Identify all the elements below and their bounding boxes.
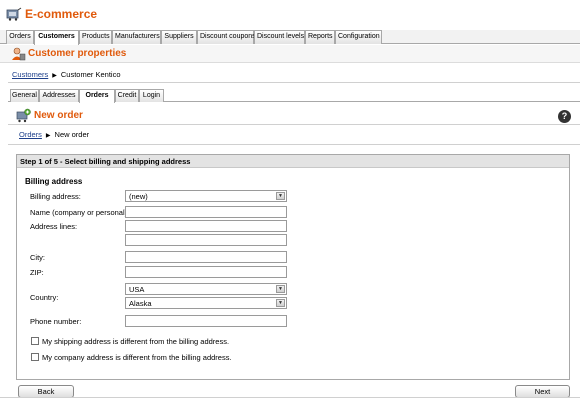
divider xyxy=(8,144,580,145)
wizard-panel xyxy=(16,154,570,380)
ecommerce-icon xyxy=(6,7,22,21)
app-title: E-commerce xyxy=(25,7,98,21)
main-tab-bar: Orders Customers Products Manufacturers … xyxy=(0,30,580,45)
subtab-credit[interactable]: Credit xyxy=(115,89,139,102)
sub-tab-bar: General Addresses Orders Credit Login xyxy=(8,89,580,103)
tab-products[interactable]: Products xyxy=(79,30,112,44)
tab-discount-coupons[interactable]: Discount coupons xyxy=(197,30,256,44)
chevron-down-icon: ▼ xyxy=(276,299,285,307)
breadcrumb-orders-link[interactable]: Orders xyxy=(19,130,42,139)
subtab-general[interactable]: General xyxy=(10,89,39,102)
help-icon[interactable]: ? xyxy=(558,110,571,123)
billing-address-select[interactable]: (new) ▼ xyxy=(125,190,287,202)
state-select[interactable]: Alaska ▼ xyxy=(125,297,287,309)
zip-label: ZIP: xyxy=(30,268,44,277)
breadcrumb: Orders ▶ New order xyxy=(19,130,89,139)
shipping-different-checkbox[interactable] xyxy=(31,337,39,345)
shipping-different-label: My shipping address is different from th… xyxy=(42,337,230,346)
address-line1-field[interactable] xyxy=(125,220,287,232)
divider xyxy=(8,82,580,83)
breadcrumb-current: Customer Kentico xyxy=(60,70,121,79)
customer-icon xyxy=(11,47,26,61)
address-lines-label: Address lines: xyxy=(30,222,78,231)
country-value: USA xyxy=(129,285,145,294)
tab-orders[interactable]: Orders xyxy=(6,30,34,44)
breadcrumb: Customers ▶ Customer Kentico xyxy=(12,70,121,79)
name-field[interactable] xyxy=(125,206,287,218)
tab-discount-levels[interactable]: Discount levels xyxy=(254,30,305,44)
company-different-label: My company address is different from the… xyxy=(42,353,232,362)
company-different-checkbox[interactable] xyxy=(31,353,39,361)
divider xyxy=(8,124,580,125)
subtab-login[interactable]: Login xyxy=(139,89,164,102)
billing-address-value: (new) xyxy=(129,192,148,201)
tab-reports[interactable]: Reports xyxy=(305,30,335,44)
city-label: City: xyxy=(30,253,45,262)
chevron-down-icon: ▼ xyxy=(276,192,285,200)
new-order-title: New order xyxy=(34,110,83,121)
tab-configuration[interactable]: Configuration xyxy=(335,30,382,44)
address-line2-field[interactable] xyxy=(125,234,287,246)
divider xyxy=(0,397,580,398)
billing-address-label: Billing address: xyxy=(30,192,81,201)
name-label: Name (company or personal): xyxy=(30,208,130,217)
new-order-icon xyxy=(16,108,31,123)
phone-label: Phone number: xyxy=(30,317,82,326)
billing-address-heading: Billing address xyxy=(25,177,83,186)
city-field[interactable] xyxy=(125,251,287,263)
wizard-step-title: Step 1 of 5 - Select billing and shippin… xyxy=(20,157,191,166)
breadcrumb-current: New order xyxy=(54,130,90,139)
subtab-addresses[interactable]: Addresses xyxy=(39,89,79,102)
chevron-down-icon: ▼ xyxy=(276,285,285,293)
breadcrumb-arrow-icon: ▶ xyxy=(45,133,51,139)
zip-field[interactable] xyxy=(125,266,287,278)
state-value: Alaska xyxy=(129,299,152,308)
country-label: Country: xyxy=(30,293,59,302)
breadcrumb-customers-link[interactable]: Customers xyxy=(12,70,48,79)
phone-field[interactable] xyxy=(125,315,287,327)
subtab-orders[interactable]: Orders xyxy=(79,89,115,103)
country-select[interactable]: USA ▼ xyxy=(125,283,287,295)
tab-manufacturers[interactable]: Manufacturers xyxy=(112,30,161,44)
breadcrumb-arrow-icon: ▶ xyxy=(52,73,57,79)
tab-suppliers[interactable]: Suppliers xyxy=(161,30,197,44)
tab-customers[interactable]: Customers xyxy=(34,30,79,45)
section-title: Customer properties xyxy=(28,48,127,59)
